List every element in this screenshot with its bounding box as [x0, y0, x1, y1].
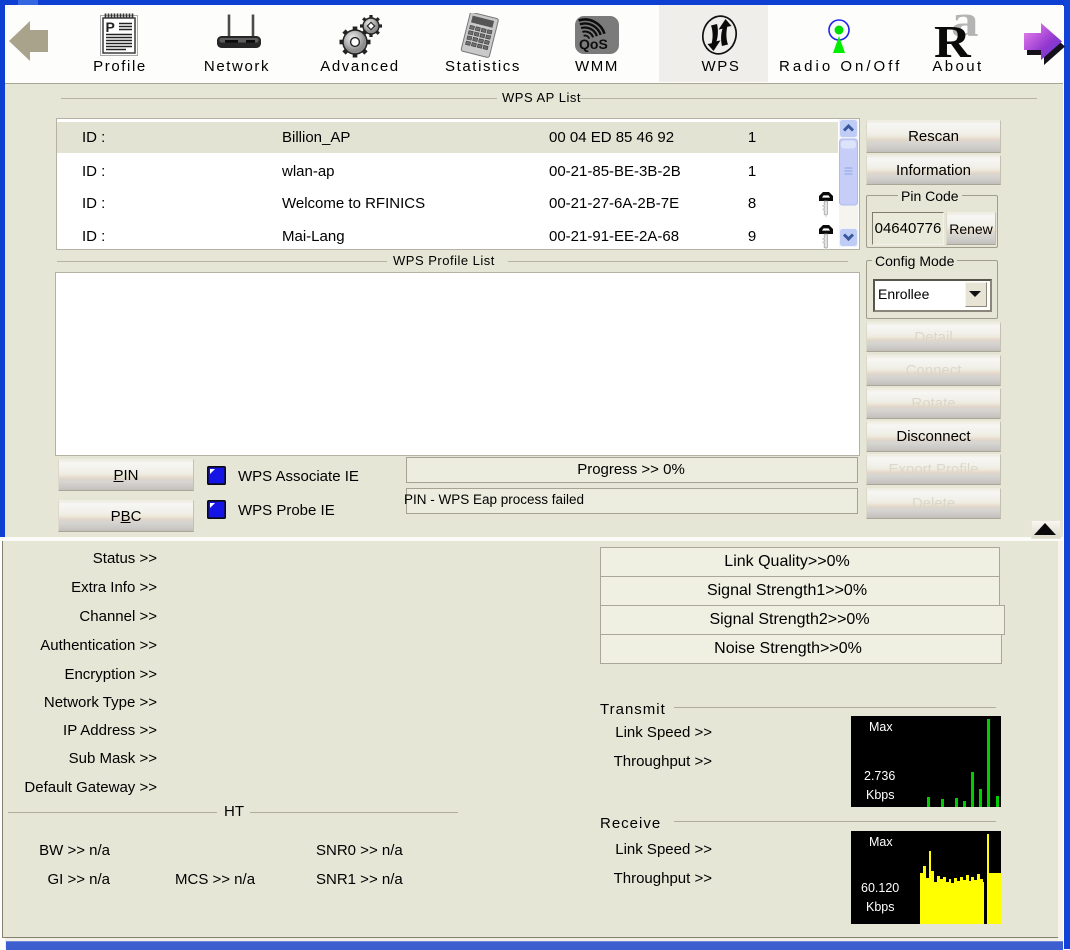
svg-text:P: P: [106, 19, 115, 35]
svg-text:60.120: 60.120: [861, 881, 899, 895]
svg-text:Max: Max: [869, 835, 893, 849]
svg-text:Kbps: Kbps: [866, 900, 895, 914]
svg-text:Kbps: Kbps: [866, 788, 895, 802]
svg-text:QoS: QoS: [579, 36, 608, 52]
svg-text:2.736: 2.736: [864, 769, 895, 783]
svg-text:Max: Max: [869, 720, 893, 734]
